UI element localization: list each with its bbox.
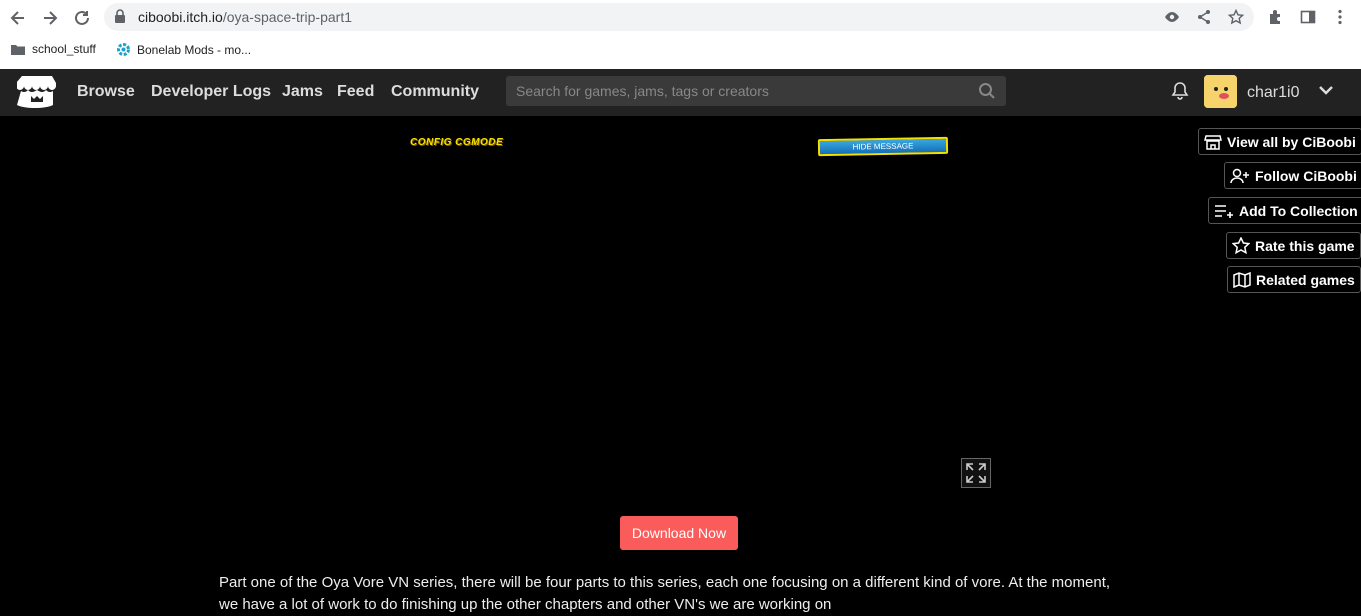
reload-button[interactable] [70, 6, 94, 30]
star-icon [1232, 237, 1250, 254]
back-arrow-icon [10, 11, 24, 25]
nav-jams[interactable]: Jams [282, 83, 323, 101]
user-plus-icon [1230, 168, 1249, 183]
nav-feed[interactable]: Feed [337, 83, 374, 101]
nav-browse[interactable]: Browse [77, 83, 135, 101]
add-to-collection-button[interactable]: Add To Collection [1208, 197, 1361, 224]
view-all-button[interactable]: View all by CiBoobi [1198, 128, 1361, 155]
avatar[interactable] [1204, 75, 1237, 108]
extensions-puzzle-icon[interactable] [1265, 6, 1287, 28]
follow-button[interactable]: Follow CiBoobi [1224, 162, 1361, 189]
search-box [506, 76, 1006, 106]
map-icon [1233, 271, 1251, 288]
reload-icon [75, 10, 89, 25]
lock-icon [115, 9, 125, 23]
store-icon [1204, 134, 1222, 150]
game-description: Part one of the Oya Vore VN series, ther… [219, 574, 1111, 613]
hide-message-button[interactable]: HIDE MESSAGE [817, 136, 949, 157]
nav-community[interactable]: Community [391, 83, 479, 101]
search-icon[interactable] [978, 82, 996, 100]
side-panel-icon[interactable] [1297, 6, 1319, 28]
username[interactable]: char1i0 [1247, 84, 1299, 102]
rate-game-button[interactable]: Rate this game [1226, 232, 1361, 259]
nav-developer-logs[interactable]: Developer Logs [151, 83, 271, 101]
search-input[interactable] [506, 76, 976, 106]
back-button[interactable] [6, 6, 30, 30]
chevron-down-icon[interactable] [1318, 84, 1334, 96]
game-config-menu[interactable]: CONFIG CGMODE [410, 137, 503, 148]
folder-icon [11, 44, 25, 55]
bookmark-bonelab-mods[interactable]: Bonelab Mods - mo... [116, 42, 251, 57]
forward-button[interactable] [38, 6, 62, 30]
star-bookmark-icon[interactable] [1227, 8, 1245, 26]
related-games-button[interactable]: Related games [1227, 266, 1361, 293]
gear-icon [117, 43, 130, 56]
browser-chrome: ciboobi.itch.io/oya-space-trip-part1 sch… [0, 0, 1361, 69]
game-embed[interactable] [219, 116, 991, 496]
bell-icon[interactable] [1170, 81, 1190, 101]
kebab-menu-icon[interactable] [1329, 6, 1351, 28]
address-bar[interactable]: ciboobi.itch.io/oya-space-trip-part1 [104, 3, 1254, 31]
site-header: Browse Developer Logs Jams Feed Communit… [0, 69, 1361, 116]
url-text: ciboobi.itch.io/oya-space-trip-part1 [138, 9, 352, 25]
bookmark-school-stuff[interactable]: school_stuff [10, 42, 96, 56]
fullscreen-button[interactable] [961, 458, 991, 488]
bookmarks-bar: school_stuff Bonelab Mods - mo... [0, 38, 1361, 62]
share-icon[interactable] [1195, 8, 1213, 26]
fullscreen-icon [966, 463, 986, 483]
eye-icon[interactable] [1163, 8, 1181, 26]
playlist-add-icon [1215, 204, 1233, 218]
download-now-button[interactable]: Download Now [620, 516, 738, 550]
forward-arrow-icon [44, 11, 58, 25]
itch-logo[interactable] [16, 74, 57, 110]
